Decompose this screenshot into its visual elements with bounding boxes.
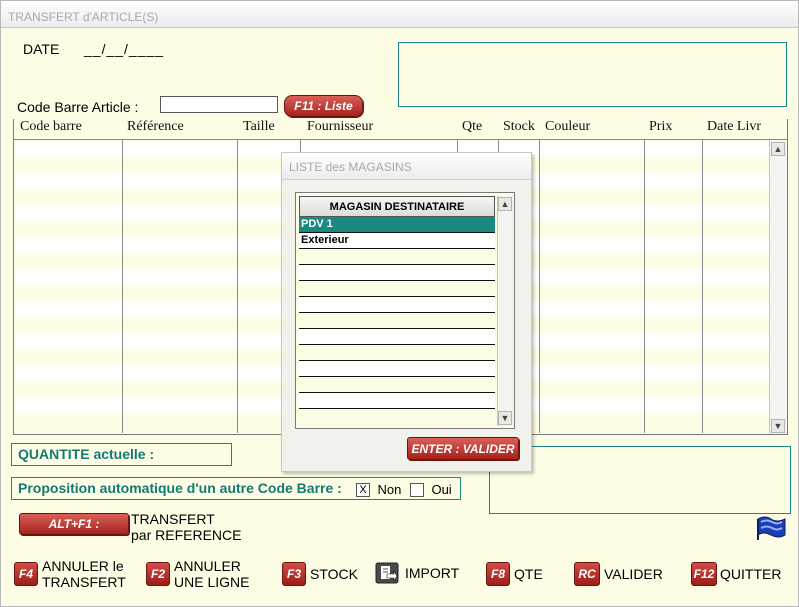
grid-divider [702,140,703,433]
col-header-date-livr: Date Livr [707,119,762,134]
f3-key: F3 [282,562,306,586]
proposition-label: Proposition automatique d'un autre Code … [18,480,342,496]
stock-button[interactable]: F3 STOCK [282,562,358,586]
store-column-header: MAGASIN DESTINATAIRE [299,196,495,217]
scroll-down-icon[interactable]: ▼ [771,419,785,433]
qte-label: QTE [514,566,543,582]
list-button[interactable]: F11 : Liste [284,95,363,117]
f8-key: F8 [486,562,510,586]
grid-scrollbar[interactable] [769,140,787,434]
message-box [489,446,791,514]
proposition-box: Proposition automatique d'un autre Code … [11,477,461,500]
flag-icon [757,516,786,540]
transfert-reference-label: TRANSFERT par REFERENCE [131,511,241,543]
scroll-down-icon[interactable]: ▼ [498,411,512,425]
transfert-reference-line2: par REFERENCE [131,527,242,543]
annuler-ligne-line1: ANNULER [174,558,241,574]
grid-divider [539,140,540,433]
non-checkbox[interactable]: X [356,482,370,497]
transfer-window: TRANSFERT d'ARTICLE(S) DATE __/__/____ C… [0,0,799,607]
quitter-button[interactable]: F12 QUITTER [691,562,781,586]
list-item[interactable] [299,265,495,281]
alt-f1-button[interactable]: ALT+F1 : [19,513,129,535]
col-header-qte: Qte [462,119,483,134]
store-item-pdv1[interactable]: PDV 1 [299,217,495,233]
rc-key: RC [574,562,600,586]
annuler-transfert-label: ANNULER le TRANSFERT [42,558,126,590]
list-item[interactable] [299,329,495,345]
import-button[interactable]: IMPORT [375,562,459,584]
list-item[interactable] [299,313,495,329]
barcode-label: Code Barre Article : [17,99,139,115]
f4-key: F4 [14,562,38,586]
list-item[interactable] [299,377,495,393]
f2-key: F2 [146,562,170,586]
import-icon [375,562,399,584]
col-header-stock: Stock [503,119,535,134]
col-header-code-barre: Code barre [20,119,82,134]
non-label: Non [377,482,402,497]
quantity-label: QUANTITE actuelle : [18,446,155,462]
store-list-title: LISTE des MAGASINS [289,160,412,174]
alt-f1-key: ALT+F1 : [48,517,100,531]
list-item[interactable] [299,281,495,297]
f12-key: F12 [691,562,717,586]
list-item[interactable] [299,361,495,377]
barcode-input[interactable] [160,96,278,113]
info-box [398,42,787,107]
window-title: TRANSFERT d'ARTICLE(S) [8,10,159,24]
scroll-up-icon[interactable]: ▲ [771,142,785,156]
annuler-transfert-line2: TRANSFERT [42,574,126,590]
non-option[interactable]: X Non [356,481,401,499]
col-header-fournisseur: Fournisseur [307,119,374,134]
valider-label: VALIDER [604,566,663,582]
valider-button[interactable]: RC VALIDER [574,562,663,586]
col-header-couleur: Couleur [545,119,591,134]
oui-label: Oui [431,482,452,497]
col-header-taille: Taille [243,119,275,134]
list-item[interactable] [299,393,495,409]
oui-option[interactable]: Oui [410,481,452,499]
store-list-scrollbar[interactable] [497,196,514,426]
quantity-box: QUANTITE actuelle : [11,443,232,466]
date-field[interactable]: __/__/____ [84,41,164,57]
title-bar: TRANSFERT d'ARTICLE(S) [1,1,798,28]
enter-validate-button[interactable]: ENTER : VALIDER [407,437,519,460]
grid-divider [237,140,238,433]
date-label: DATE [23,41,60,57]
store-list-title-bar: LISTE des MAGASINS [282,153,531,180]
list-item[interactable] [299,297,495,313]
grid-divider [122,140,123,433]
quitter-label: QUITTER [720,566,782,582]
enter-validate-label: ENTER : VALIDER [411,441,515,456]
grid-divider [644,140,645,433]
store-item-label: PDV 1 [301,218,333,230]
list-item[interactable] [299,345,495,361]
annuler-ligne-label: ANNULER UNE LIGNE [174,558,249,590]
store-item-exterieur[interactable]: Exterieur [299,233,495,249]
transfert-reference-line1: TRANSFERT [131,511,215,527]
annuler-ligne-line2: UNE LIGNE [174,574,250,590]
annuler-transfert-line1: ANNULER le [42,558,124,574]
import-label: IMPORT [405,565,460,581]
store-item-label: Exterieur [301,234,349,246]
annuler-ligne-button[interactable]: F2 ANNULER UNE LIGNE [146,558,249,590]
list-item[interactable] [299,249,495,265]
col-header-reference: Référence [127,119,184,134]
qte-button[interactable]: F8 QTE [486,562,543,586]
scroll-up-icon[interactable]: ▲ [498,197,512,211]
stock-label: STOCK [310,566,358,582]
store-column-header-label: MAGASIN DESTINATAIRE [329,200,465,213]
col-header-prix: Prix [649,119,673,134]
annuler-transfert-button[interactable]: F4 ANNULER le TRANSFERT [14,558,126,590]
list-item[interactable] [299,409,495,425]
oui-checkbox[interactable] [410,482,424,497]
list-button-label: F11 : Liste [294,99,353,113]
